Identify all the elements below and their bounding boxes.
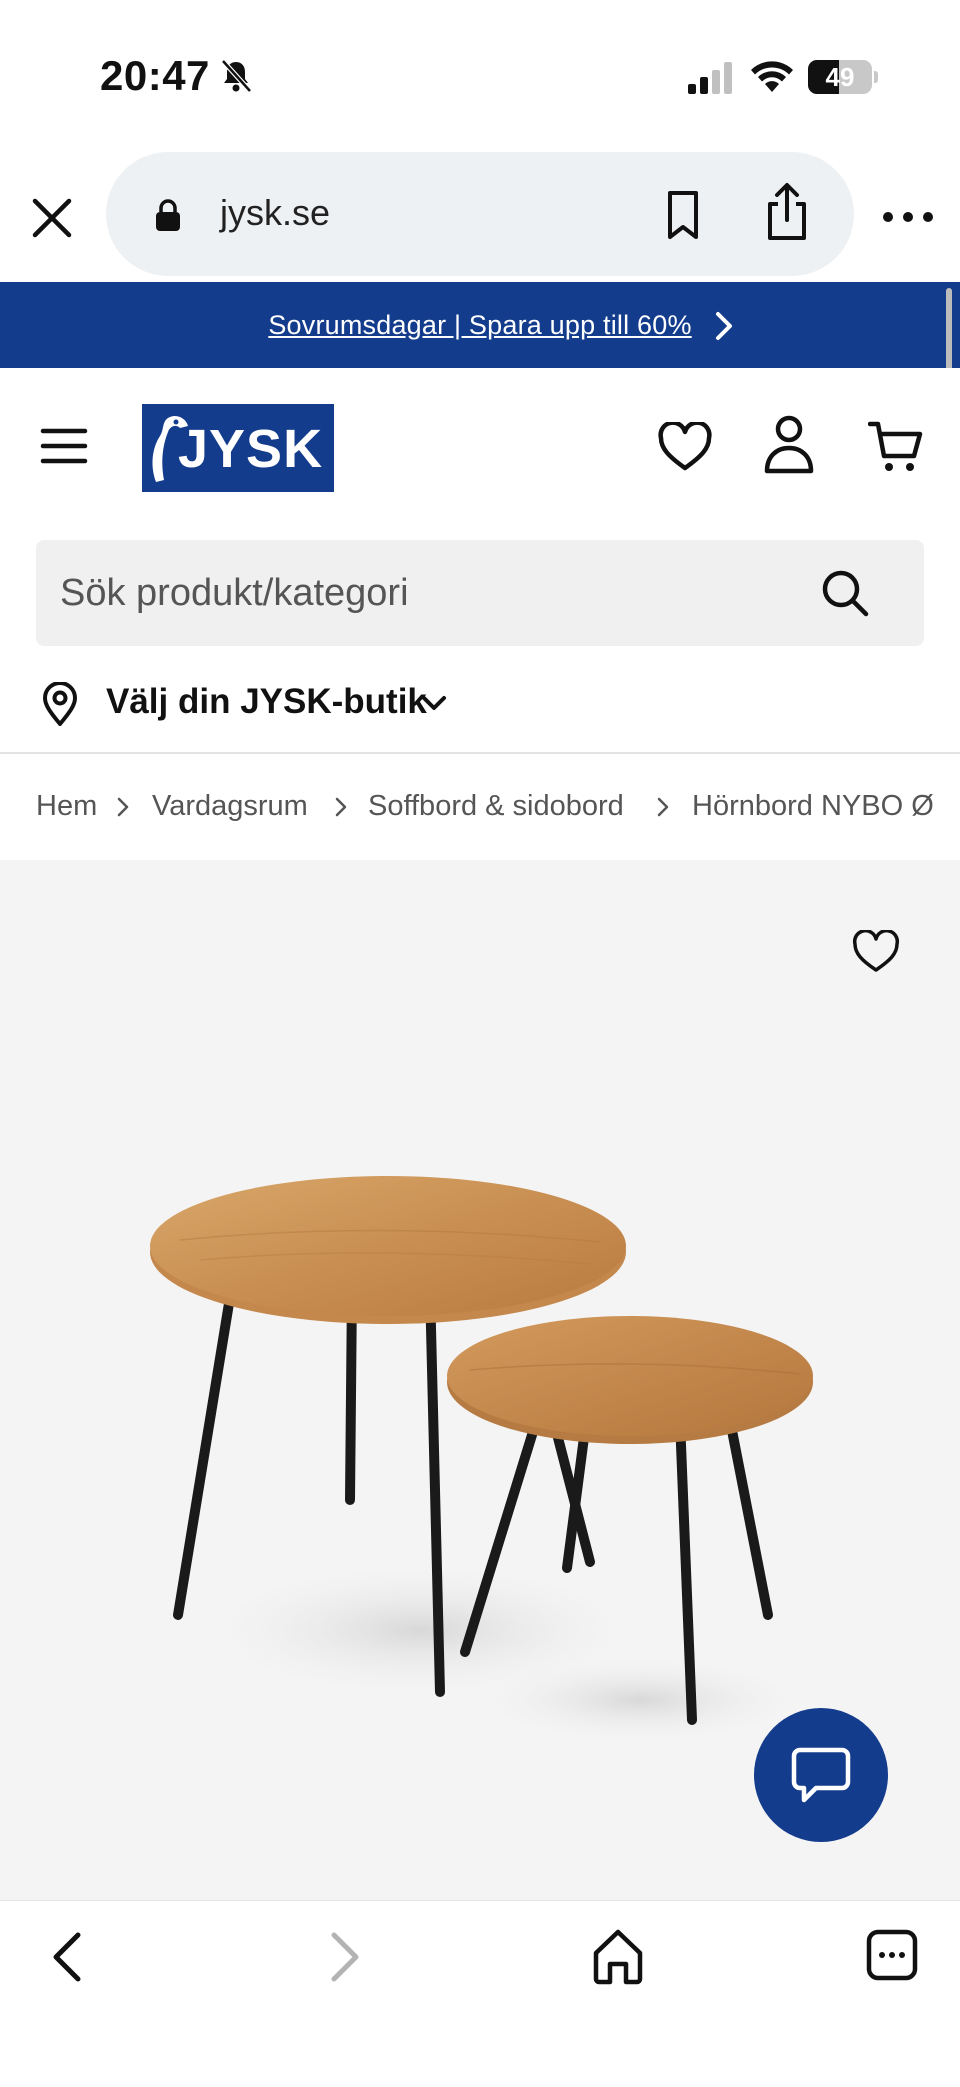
back-icon[interactable] <box>46 1929 90 1985</box>
status-bar: 20:47 49 <box>0 0 960 150</box>
share-icon[interactable] <box>762 182 812 242</box>
browser-toolbar <box>0 1900 960 2087</box>
promo-link[interactable]: Sovrumsdagar | Spara upp till 60% <box>268 310 691 341</box>
signal-icon <box>688 62 732 94</box>
battery-indicator: 49 <box>808 60 878 94</box>
address-bar[interactable]: jysk.se <box>106 152 854 276</box>
forward-icon[interactable] <box>322 1929 366 1985</box>
close-icon <box>32 198 72 238</box>
breadcrumb-item-home[interactable]: Hem <box>36 790 97 823</box>
site-header: JYSK <box>0 368 960 528</box>
chevron-right-icon <box>335 797 347 817</box>
home-icon[interactable] <box>590 1927 646 1985</box>
store-selector[interactable]: Välj din JYSK-butik <box>0 660 960 752</box>
product-image[interactable] <box>120 1160 840 1740</box>
bookmark-icon[interactable] <box>658 188 708 242</box>
battery-level: 49 <box>825 62 855 92</box>
breadcrumb-item-vardagsrum[interactable]: Vardagsrum <box>152 790 308 823</box>
more-icon[interactable] <box>880 202 936 232</box>
chat-button[interactable] <box>754 1708 888 1842</box>
browser-bar: jysk.se <box>0 150 960 280</box>
location-pin-icon <box>43 682 77 726</box>
heart-icon[interactable] <box>658 422 712 472</box>
menu-icon[interactable] <box>40 426 88 466</box>
lock-icon <box>156 199 180 231</box>
breadcrumb-item-current: Hörnbord NYBO Ø <box>692 790 934 822</box>
bell-muted-icon <box>221 59 252 93</box>
logo-text: JYSK <box>178 419 324 479</box>
jysk-logo[interactable]: JYSK <box>142 404 334 492</box>
user-icon[interactable] <box>762 414 816 474</box>
chevron-right-icon <box>117 797 129 817</box>
status-time: 20:47 <box>100 52 210 99</box>
close-tab-button[interactable] <box>22 188 82 248</box>
heart-icon[interactable] <box>852 930 900 974</box>
cart-icon[interactable] <box>868 418 924 474</box>
search-bar <box>36 540 924 646</box>
tabs-icon[interactable] <box>866 1929 918 1981</box>
product-image-area <box>0 860 960 1900</box>
search-icon[interactable] <box>820 568 870 618</box>
chevron-right-icon <box>716 312 732 340</box>
breadcrumb: Hem Vardagsrum Soffbord & sidobord Hörnb… <box>0 754 960 860</box>
breadcrumb-item-soffbord[interactable]: Soffbord & sidobord <box>368 790 624 823</box>
promo-banner[interactable]: Sovrumsdagar | Spara upp till 60% <box>0 282 960 368</box>
chevron-down-icon <box>422 696 446 710</box>
search-input[interactable] <box>60 540 820 646</box>
wifi-icon <box>751 61 793 92</box>
store-label[interactable]: Välj din JYSK-butik <box>106 682 427 722</box>
chat-icon <box>791 1747 851 1803</box>
url-text: jysk.se <box>220 192 331 233</box>
chevron-right-icon <box>657 797 669 817</box>
